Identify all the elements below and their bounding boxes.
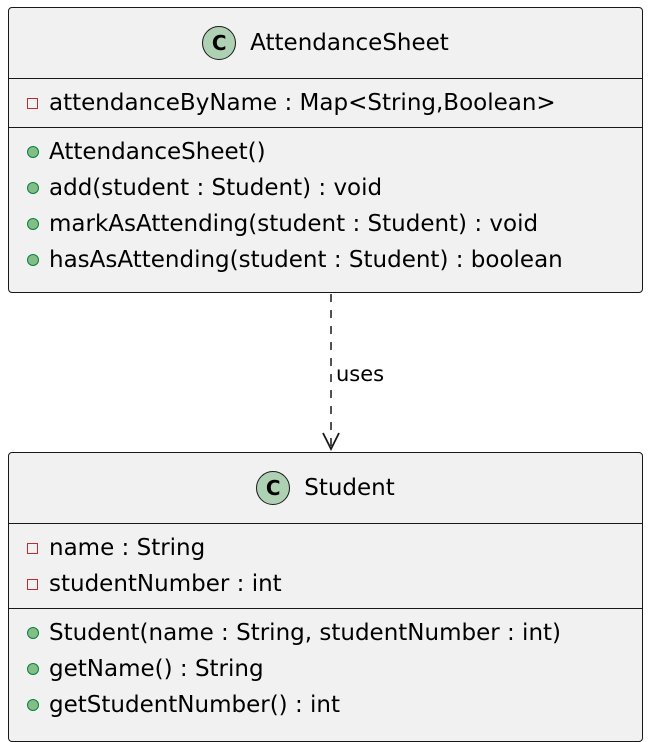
class-name: Student bbox=[304, 475, 395, 501]
attribute-text: name : String bbox=[49, 535, 206, 561]
class-student[interactable]: C Student name : String studentNumber : … bbox=[8, 452, 643, 742]
private-visibility-icon bbox=[27, 578, 38, 590]
method: Student(name : String, studentNumber : i… bbox=[9, 615, 642, 651]
attribute: studentNumber : int bbox=[9, 566, 642, 602]
attribute-text: studentNumber : int bbox=[49, 571, 282, 597]
method: getName() : String bbox=[9, 651, 642, 687]
method-text: getStudentNumber() : int bbox=[49, 692, 341, 718]
methods-section: Student(name : String, studentNumber : i… bbox=[9, 609, 642, 729]
private-visibility-icon bbox=[27, 542, 38, 554]
class-c-icon: C bbox=[256, 471, 291, 505]
method-text: Student(name : String, studentNumber : i… bbox=[49, 620, 562, 646]
attributes-section: name : String studentNumber : int bbox=[9, 524, 642, 608]
attribute: name : String bbox=[9, 530, 642, 566]
method-text: getName() : String bbox=[49, 656, 264, 682]
public-visibility-icon bbox=[27, 627, 39, 639]
public-visibility-icon bbox=[27, 699, 39, 711]
class-header: C Student bbox=[9, 453, 642, 523]
public-visibility-icon bbox=[27, 663, 39, 675]
method: getStudentNumber() : int bbox=[9, 687, 642, 723]
relation-label: uses bbox=[336, 362, 385, 386]
